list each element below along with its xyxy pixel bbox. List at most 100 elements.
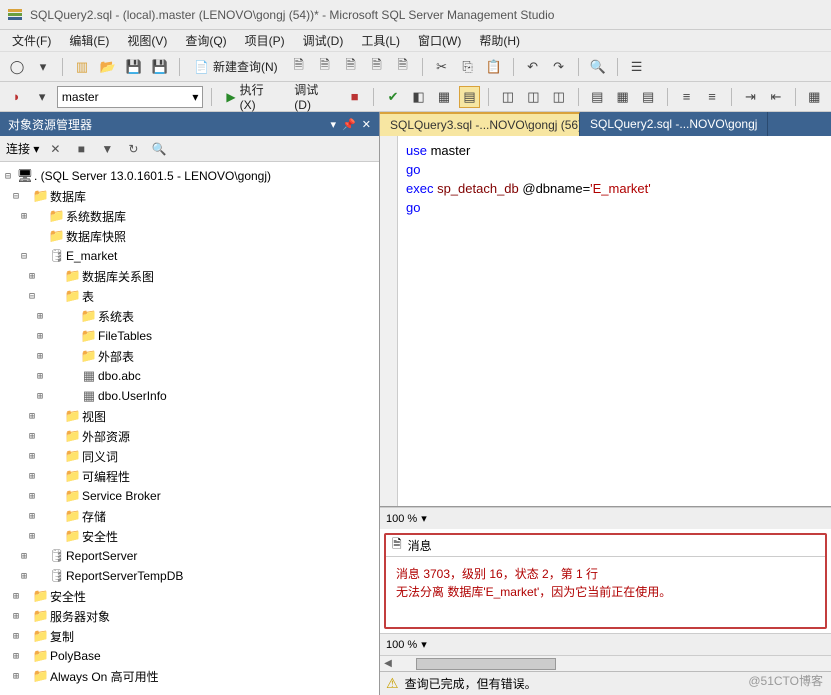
- tree-programmability[interactable]: ⊞📁可编程性: [0, 466, 379, 486]
- menu-query[interactable]: 查询(Q): [177, 30, 234, 51]
- tree-polybase[interactable]: ⊞📁PolyBase: [0, 646, 379, 666]
- tree-sys-tables[interactable]: ⊞📁系统表: [0, 306, 379, 326]
- tree-synonyms[interactable]: ⊞📁同义词: [0, 446, 379, 466]
- tree-security-db[interactable]: ⊞📁安全性: [0, 526, 379, 546]
- menu-window[interactable]: 窗口(W): [410, 30, 469, 51]
- tree-databases[interactable]: ⊟📁数据库: [0, 186, 379, 206]
- tree-report-server[interactable]: ⊞🛢ReportServer: [0, 546, 379, 566]
- tab-sqlquery3[interactable]: SQLQuery3.sql -...NOVO\gongj (56))*: [380, 112, 580, 136]
- dropdown-icon[interactable]: ▾: [331, 118, 337, 131]
- object-explorer-tree[interactable]: ⊟🖥. (SQL Server 13.0.1601.5 - LENOVO\gon…: [0, 162, 379, 695]
- tree-external-tables[interactable]: ⊞📁外部表: [0, 346, 379, 366]
- new-project-icon[interactable]: ▥: [71, 56, 93, 78]
- dmx-query-icon[interactable]: 🗎: [366, 56, 388, 78]
- save-icon[interactable]: 💾: [123, 56, 145, 78]
- tree-alwayson[interactable]: ⊞📁Always On 高可用性: [0, 666, 379, 686]
- menu-help[interactable]: 帮助(H): [471, 30, 528, 51]
- code-area[interactable]: use master go exec sp_detach_db @dbname=…: [398, 136, 831, 506]
- messages-body[interactable]: 消息 3703，级别 16，状态 2，第 1 行 无法分离 数据库'E_mark…: [386, 557, 825, 627]
- database-combo[interactable]: master ▾: [57, 86, 204, 108]
- find-icon[interactable]: 🔍: [587, 56, 609, 78]
- tree-label: 数据库快照: [66, 228, 126, 245]
- include-stats-icon[interactable]: ◫: [523, 86, 544, 108]
- specify-values-icon[interactable]: ▦: [804, 86, 825, 108]
- search-icon[interactable]: 🔍: [149, 139, 169, 159]
- tree-dbo-userinfo[interactable]: ⊞▦dbo.UserInfo: [0, 386, 379, 406]
- stop-icon[interactable]: ■: [71, 139, 91, 159]
- tree-file-tables[interactable]: ⊞📁FileTables: [0, 326, 379, 346]
- zoom-value[interactable]: 100 %: [386, 639, 417, 651]
- tree-server-objects[interactable]: ⊞📁服务器对象: [0, 606, 379, 626]
- available-db-icon[interactable]: ▾: [31, 86, 52, 108]
- menu-debug[interactable]: 调试(D): [295, 30, 352, 51]
- tree-replication[interactable]: ⊞📁复制: [0, 626, 379, 646]
- nav-back-icon[interactable]: ◯: [6, 56, 28, 78]
- open-file-icon[interactable]: 📂: [97, 56, 119, 78]
- change-connection-icon[interactable]: ◗: [6, 86, 27, 108]
- tree-report-server-temp[interactable]: ⊞🛢ReportServerTempDB: [0, 566, 379, 586]
- redo-icon[interactable]: ↷: [548, 56, 570, 78]
- debug-button[interactable]: 调试(D): [288, 86, 340, 108]
- results-file-icon[interactable]: ▤: [637, 86, 658, 108]
- xmla-query-icon[interactable]: 🗎: [392, 56, 414, 78]
- display-plan-icon[interactable]: ◧: [408, 86, 429, 108]
- tree-views[interactable]: ⊞📁视图: [0, 406, 379, 426]
- execute-button[interactable]: ▶ 执行(X): [220, 86, 284, 108]
- save-all-icon[interactable]: 💾: [149, 56, 171, 78]
- uncomment-icon[interactable]: ≡: [701, 86, 722, 108]
- chevron-down-icon[interactable]: ▾: [421, 512, 427, 525]
- messages-tab[interactable]: 🗎 消息: [386, 535, 825, 557]
- menu-file[interactable]: 文件(F): [4, 30, 59, 51]
- code-editor[interactable]: use master go exec sp_detach_db @dbname=…: [380, 136, 831, 507]
- tree-service-broker[interactable]: ⊞📁Service Broker: [0, 486, 379, 506]
- outdent-icon[interactable]: ⇤: [765, 86, 786, 108]
- zoom-value[interactable]: 100 %: [386, 513, 417, 525]
- analysis-query-icon[interactable]: 🗎: [314, 56, 336, 78]
- menu-project[interactable]: 项目(P): [237, 30, 293, 51]
- scroll-thumb[interactable]: [416, 658, 556, 670]
- tree-sys-databases[interactable]: ⊞📁系统数据库: [0, 206, 379, 226]
- undo-icon[interactable]: ↶: [522, 56, 544, 78]
- tree-db-snapshots[interactable]: 📁数据库快照: [0, 226, 379, 246]
- tab-sqlquery2[interactable]: SQLQuery2.sql -...NOVO\gongj: [580, 112, 768, 136]
- menu-tools[interactable]: 工具(L): [353, 30, 408, 51]
- tree-db-diagrams[interactable]: ⊞📁数据库关系图: [0, 266, 379, 286]
- tree-external-res[interactable]: ⊞📁外部资源: [0, 426, 379, 446]
- disconnect-icon[interactable]: ✕: [45, 139, 65, 159]
- cancel-exec-icon[interactable]: ■: [344, 86, 365, 108]
- tree-e-market[interactable]: ⊟🛢E_market: [0, 246, 379, 266]
- scroll-left-icon[interactable]: ◀: [380, 658, 396, 669]
- menu-edit[interactable]: 编辑(E): [61, 30, 117, 51]
- connect-dropdown[interactable]: 连接 ▾: [6, 140, 39, 157]
- properties-icon[interactable]: ☰: [626, 56, 648, 78]
- tree-tables[interactable]: ⊟📁表: [0, 286, 379, 306]
- results-grid-icon[interactable]: ▦: [612, 86, 633, 108]
- chevron-down-icon[interactable]: ▾: [421, 638, 427, 651]
- tree-security[interactable]: ⊞📁安全性: [0, 586, 379, 606]
- copy-icon[interactable]: ⎘: [457, 56, 479, 78]
- results-text-icon[interactable]: ▤: [587, 86, 608, 108]
- include-live-stats-icon[interactable]: ◫: [548, 86, 569, 108]
- new-query-button[interactable]: 📄 新建查询(N): [188, 56, 284, 78]
- menu-view[interactable]: 视图(V): [119, 30, 175, 51]
- include-plan-icon[interactable]: ◫: [497, 86, 518, 108]
- db-engine-query-icon[interactable]: 🗎: [288, 56, 310, 78]
- tree-server-root[interactable]: ⊟🖥. (SQL Server 13.0.1601.5 - LENOVO\gon…: [0, 166, 379, 186]
- indent-icon[interactable]: ⇥: [740, 86, 761, 108]
- tree-storage[interactable]: ⊞📁存储: [0, 506, 379, 526]
- mdx-query-icon[interactable]: 🗎: [340, 56, 362, 78]
- paste-icon[interactable]: 📋: [483, 56, 505, 78]
- pin-icon[interactable]: 📌: [342, 118, 356, 131]
- filter-icon[interactable]: ▼: [97, 139, 117, 159]
- close-icon[interactable]: ✕: [362, 118, 371, 131]
- intellisense-icon[interactable]: ▤: [459, 86, 481, 108]
- cut-icon[interactable]: ✂: [431, 56, 453, 78]
- nav-fwd-icon[interactable]: ▾: [32, 56, 54, 78]
- parse-icon[interactable]: ✔: [382, 86, 403, 108]
- editor-pane: SQLQuery3.sql -...NOVO\gongj (56))* SQLQ…: [380, 112, 831, 695]
- query-options-icon[interactable]: ▦: [433, 86, 454, 108]
- tree-dbo-abc[interactable]: ⊞▦dbo.abc: [0, 366, 379, 386]
- refresh-icon[interactable]: ↻: [123, 139, 143, 159]
- horizontal-scrollbar[interactable]: ◀: [380, 655, 831, 671]
- comment-icon[interactable]: ≡: [676, 86, 697, 108]
